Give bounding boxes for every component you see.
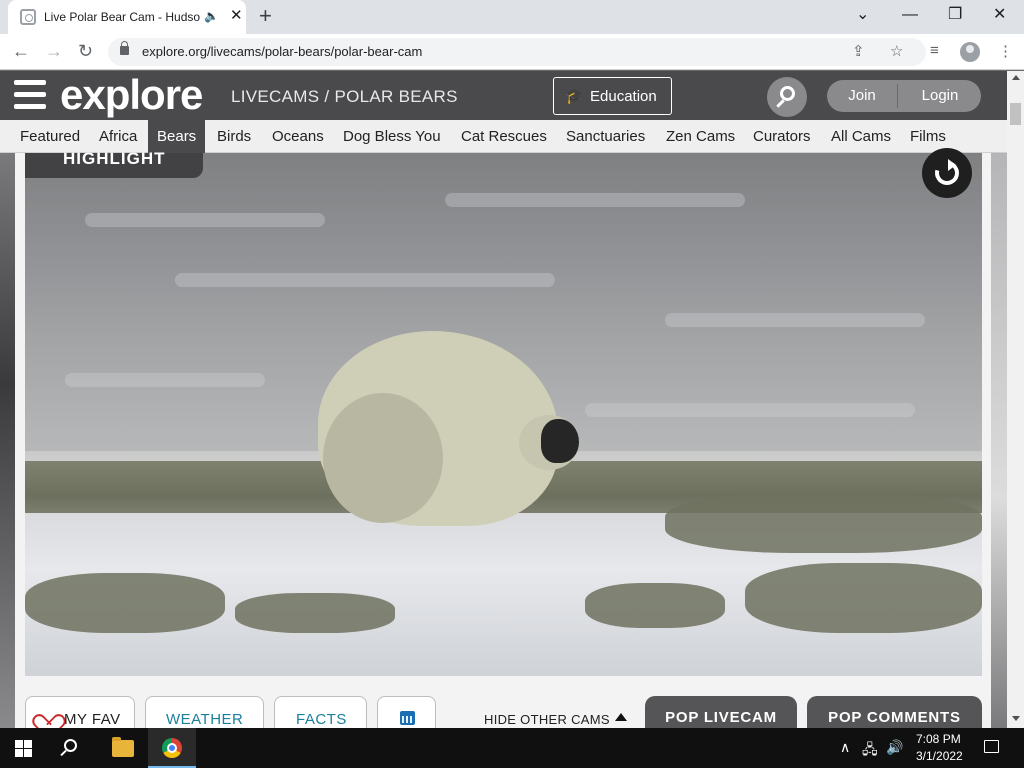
hamburger-menu-icon[interactable] <box>14 80 46 110</box>
clock-time[interactable]: 7:08 PM <box>916 732 961 746</box>
notifications-icon[interactable] <box>984 740 999 753</box>
browser-tab-strip: Live Polar Bear Cam - Hudson 🔈 ✕ + ⌄ — ❐… <box>0 0 1024 34</box>
refresh-button[interactable] <box>922 148 972 198</box>
share-icon[interactable]: ⇪ <box>852 42 865 60</box>
nav-zen-cams[interactable]: Zen Cams <box>666 120 735 153</box>
close-window-button[interactable]: ✕ <box>993 5 1006 25</box>
tab-search-icon[interactable]: ⌄ <box>856 5 869 25</box>
page-scrollbar[interactable] <box>1007 71 1024 728</box>
scrollbar-thumb[interactable] <box>1010 103 1021 125</box>
highlight-label: HIGHLIGHT <box>63 149 166 168</box>
nav-all-cams[interactable]: All Cams <box>831 120 891 153</box>
my-fav-button[interactable]: MY FAV <box>25 696 135 730</box>
nav-dog-bless-you[interactable]: Dog Bless You <box>343 120 441 153</box>
calendar-button[interactable] <box>377 696 436 730</box>
weather-label: WEATHER <box>166 711 244 728</box>
refresh-icon <box>930 156 964 190</box>
windows-start-icon[interactable] <box>15 740 32 757</box>
tab-audio-icon[interactable]: 🔈 <box>204 9 219 23</box>
address-bar[interactable]: explore.org/livecams/polar-bears/polar-b… <box>108 38 926 66</box>
back-button[interactable]: ← <box>12 40 30 62</box>
weather-button[interactable]: WEATHER <box>145 696 264 730</box>
site-favicon-icon <box>20 9 36 25</box>
nav-oceans[interactable]: Oceans <box>272 120 324 153</box>
profile-avatar-icon[interactable] <box>960 42 980 62</box>
explore-logo[interactable]: explore <box>60 73 203 117</box>
tray-overflow-icon[interactable]: ∧ <box>840 739 850 756</box>
nav-sanctuaries[interactable]: Sanctuaries <box>566 120 645 153</box>
heart-icon <box>38 706 56 724</box>
bookmark-star-icon[interactable]: ☆ <box>890 42 903 60</box>
education-button[interactable]: 🎓 Education <box>553 77 672 115</box>
my-fav-label: MY FAV <box>64 711 121 728</box>
facts-button[interactable]: FACTS <box>274 696 367 730</box>
minimize-button[interactable]: — <box>902 5 918 25</box>
file-explorer-icon[interactable] <box>112 737 134 757</box>
forward-button[interactable]: → <box>45 40 63 62</box>
scroll-up-arrow-icon[interactable] <box>1012 75 1020 80</box>
taskbar-chrome-button[interactable] <box>148 728 196 768</box>
browser-toolbar: ← → ↻ explore.org/livecams/polar-bears/p… <box>0 34 1024 70</box>
nav-cat-rescues[interactable]: Cat Rescues <box>461 120 547 153</box>
graduation-cap-icon: 🎓 <box>565 88 584 105</box>
browser-menu-icon[interactable]: ⋮ <box>998 42 1013 60</box>
volume-icon[interactable]: 🔊 <box>886 739 903 756</box>
scroll-down-arrow-icon[interactable] <box>1012 716 1020 721</box>
clock-date[interactable]: 3/1/2022 <box>916 749 963 763</box>
url-text[interactable]: explore.org/livecams/polar-bears/polar-b… <box>142 44 422 59</box>
calendar-icon <box>400 711 415 725</box>
livecam-video[interactable] <box>25 153 982 676</box>
browser-tab[interactable]: Live Polar Bear Cam - Hudson 🔈 ✕ <box>8 0 246 34</box>
hide-other-cams-toggle[interactable]: HIDE OTHER CAMS <box>484 712 610 727</box>
tab-title: Live Polar Bear Cam - Hudson <box>44 10 200 24</box>
nav-curators[interactable]: Curators <box>753 120 811 153</box>
search-button[interactable] <box>767 77 807 117</box>
highlight-badge: HIGHLIGHT <box>25 149 203 178</box>
facts-label: FACTS <box>296 711 347 728</box>
auth-buttons: Join Login <box>827 80 981 112</box>
caret-up-icon[interactable] <box>615 713 627 721</box>
login-button[interactable]: Login <box>899 80 981 112</box>
pop-comments-button[interactable]: POP COMMENTS <box>807 696 982 730</box>
education-label: Education <box>590 88 657 105</box>
lock-icon[interactable] <box>120 41 129 55</box>
reload-button[interactable]: ↻ <box>78 40 93 62</box>
join-button[interactable]: Join <box>827 80 897 112</box>
new-tab-button[interactable]: + <box>259 4 272 28</box>
network-icon[interactable]: 🖧 <box>862 739 878 763</box>
nav-birds[interactable]: Birds <box>217 120 251 153</box>
chrome-icon <box>162 738 182 758</box>
restore-button[interactable]: ❐ <box>948 5 962 25</box>
pop-livecam-button[interactable]: POP LIVECAM <box>645 696 797 730</box>
breadcrumb[interactable]: LIVECAMS / POLAR BEARS <box>231 87 458 107</box>
taskbar-search-icon[interactable] <box>64 739 77 752</box>
windows-taskbar: ∧ 🖧 🔊 7:08 PM 3/1/2022 <box>0 728 1024 768</box>
reading-list-icon[interactable]: ≡ <box>930 42 939 59</box>
tab-close-icon[interactable]: ✕ <box>230 7 243 25</box>
